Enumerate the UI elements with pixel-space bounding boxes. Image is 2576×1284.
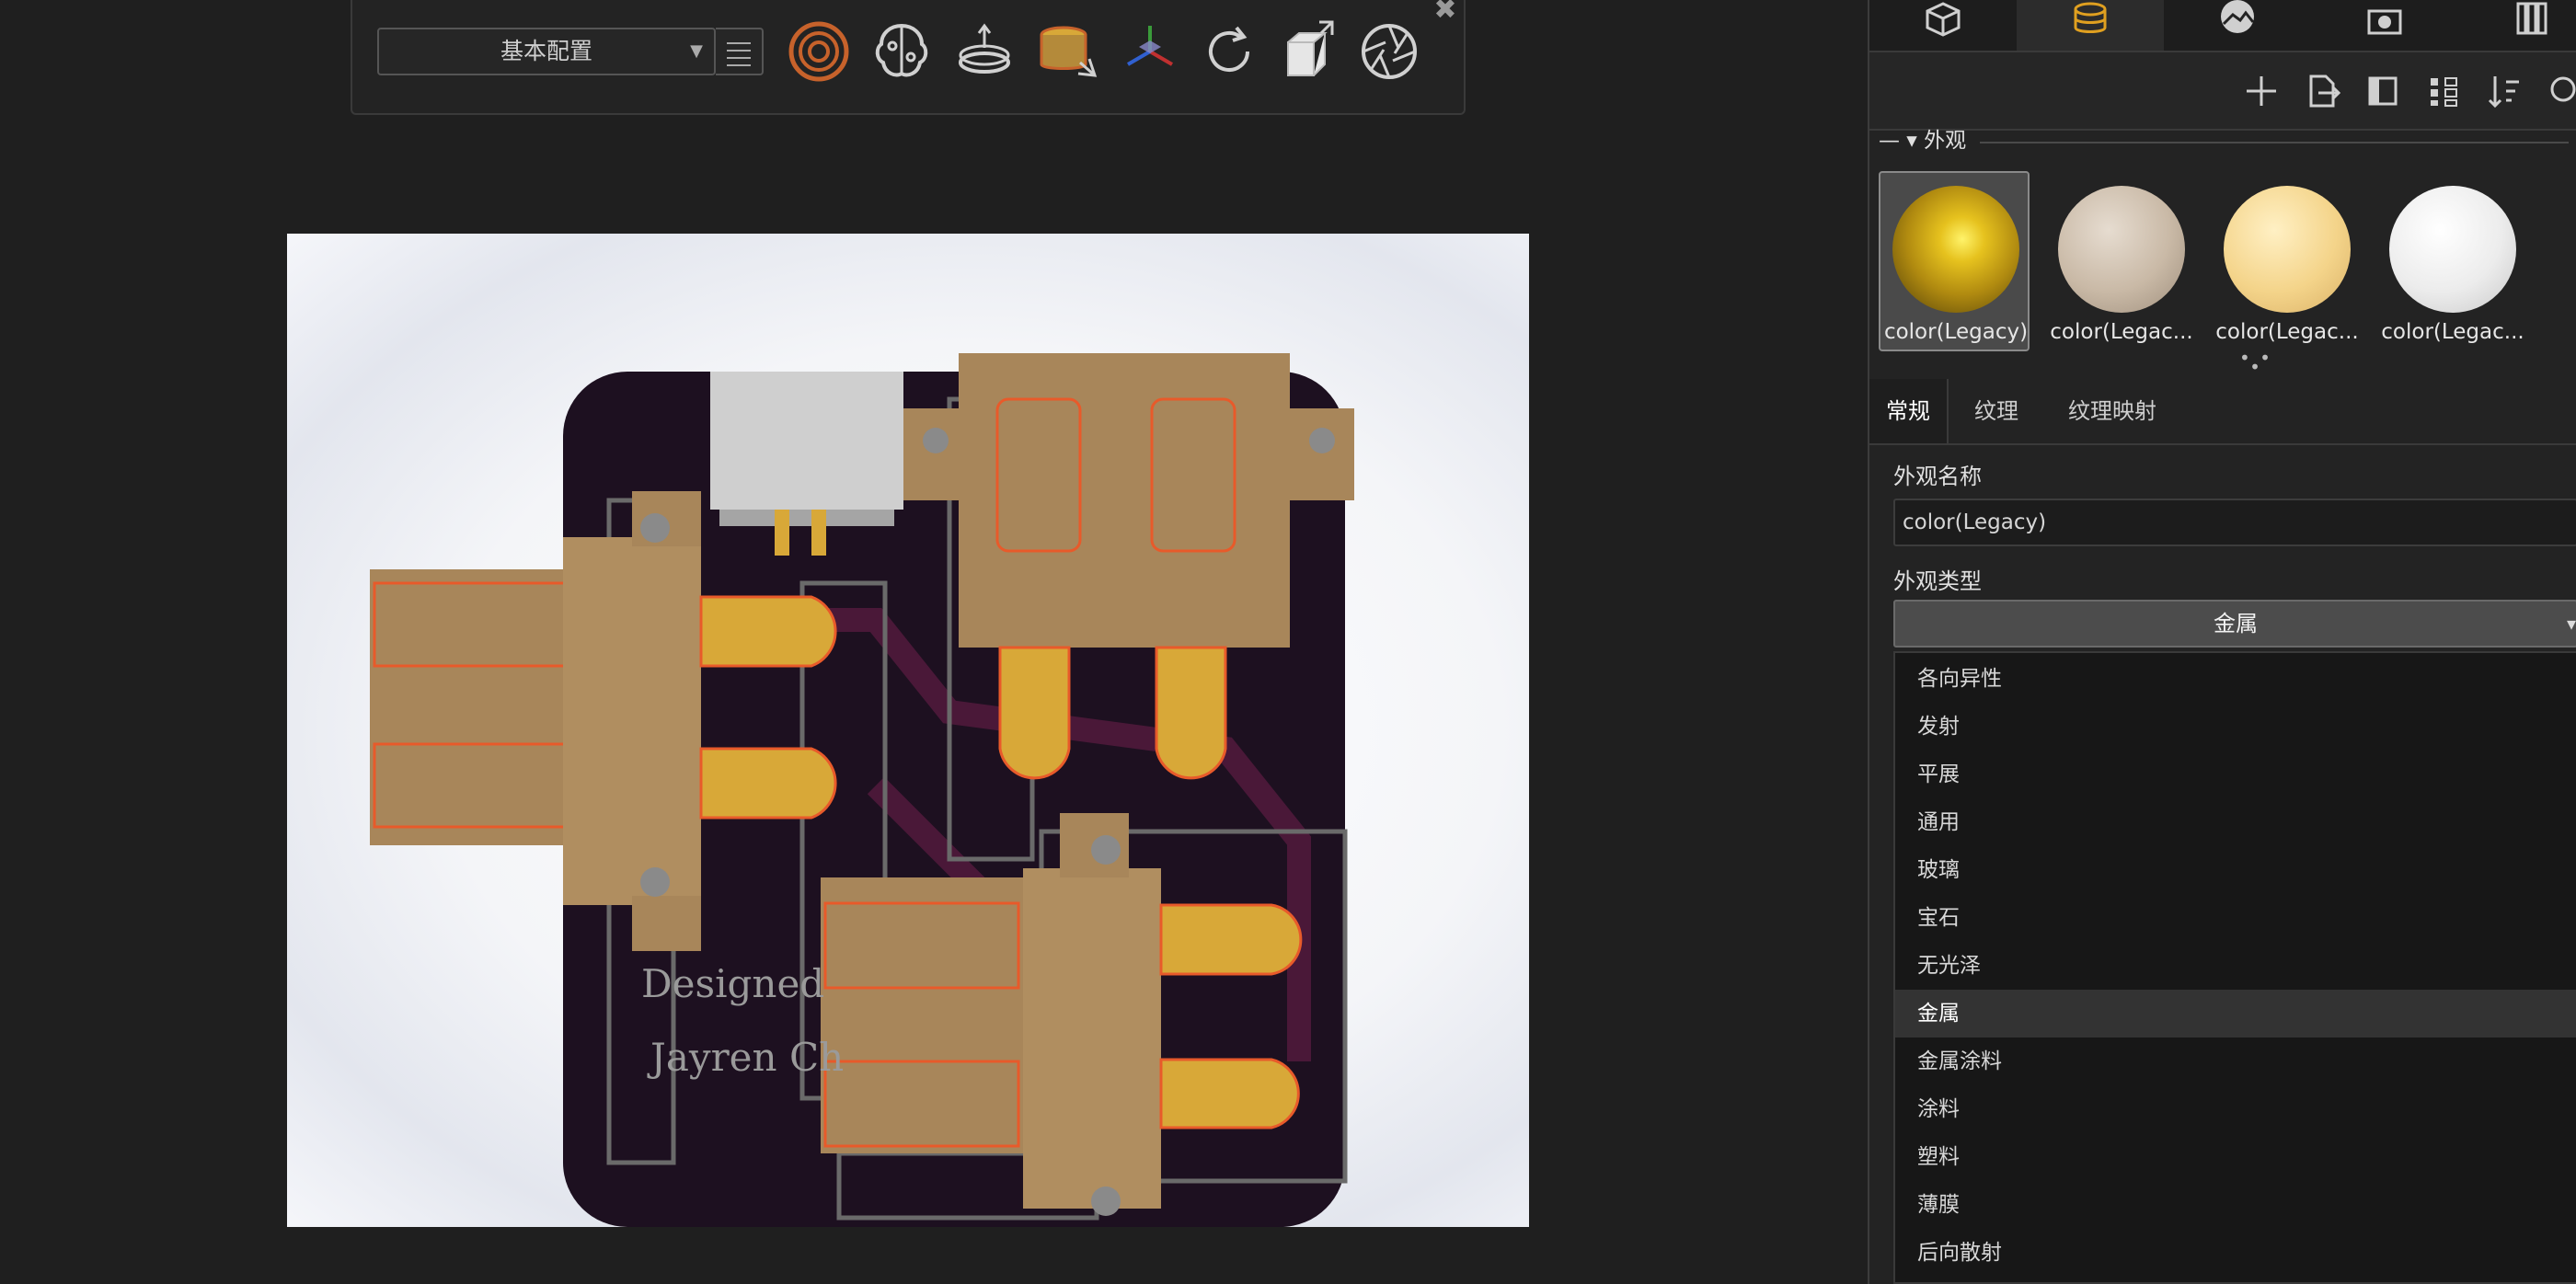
appearance-swatch[interactable]: color(Legac... (2375, 171, 2526, 351)
splitter-handle[interactable]: • • • (2237, 349, 2274, 376)
add-icon[interactable] (2241, 71, 2282, 111)
swatch-gold-ball (1892, 186, 2019, 313)
layout-icon[interactable] (2363, 71, 2403, 111)
tab-texture[interactable]: 纹理 (1958, 379, 2035, 443)
panel-toolbar (1869, 52, 2576, 131)
dropdown-option[interactable]: 平展 (1895, 751, 2576, 798)
tab-texture-mapping[interactable]: 纹理映射 (2052, 379, 2173, 443)
appearance-section-header[interactable]: — ▾ 外观 (1879, 127, 1966, 155)
panel-tab-bar (1869, 0, 2576, 52)
swatch-cream-ball (2224, 186, 2351, 313)
tab-model[interactable] (1869, 0, 2017, 51)
properties-tab-bar: 常规 纹理 纹理映射 (1869, 379, 2576, 445)
dropdown-option[interactable]: 塑料 (1895, 1133, 2576, 1181)
dropdown-option[interactable]: 后向散射 (1895, 1229, 2576, 1277)
library-icon (2516, 2, 2547, 35)
camera-icon (2367, 9, 2402, 35)
dropdown-option[interactable]: 发射 (1895, 703, 2576, 751)
section-title: 外观 (1924, 129, 1967, 153)
appearance-panel: — ▾ 外观 color(Legacy) color(Legac... colo… (1868, 0, 2576, 1284)
swatch-label: color(Legac... (2050, 320, 2193, 344)
configuration-select[interactable]: 基本配置 ▼ (377, 28, 716, 75)
scene-icon (2221, 0, 2255, 33)
appearance-type-value: 金属 (2214, 611, 2258, 636)
search-icon[interactable] (2539, 71, 2576, 111)
export-box-icon[interactable] (1273, 15, 1347, 88)
appearance-db-icon (2074, 2, 2107, 33)
swatch-white-ball (2389, 186, 2516, 313)
dropdown-option[interactable]: 薄膜 (1895, 1181, 2576, 1229)
appearance-type-select[interactable]: 金属 ▾ (1893, 600, 2576, 648)
tab-appearance[interactable] (2017, 0, 2164, 51)
model-icon (1926, 2, 1961, 37)
swatch-label: color(Legac... (2381, 320, 2524, 344)
appearance-name-label: 外观名称 (1893, 464, 1982, 489)
appearance-swatch[interactable]: color(Legac... (2210, 171, 2361, 351)
tab-scene[interactable] (2164, 0, 2311, 51)
swatch-label: color(Legac... (2215, 320, 2359, 344)
dropdown-option[interactable]: 各向异性 (1895, 655, 2576, 703)
section-divider (1980, 142, 2569, 143)
grid-view-icon[interactable] (2423, 71, 2464, 111)
chevron-down-icon: ▾ (2566, 613, 2576, 635)
camera-aperture-icon[interactable] (1352, 15, 1426, 88)
tab-library[interactable] (2458, 0, 2576, 51)
configuration-list-button[interactable] (716, 28, 764, 75)
appearance-name-input[interactable]: color(Legacy) (1893, 499, 2576, 546)
dropdown-option[interactable]: 无光泽 (1895, 942, 2576, 990)
configuration-value: 基本配置 (500, 38, 592, 64)
chevron-down-icon: ▼ (690, 41, 703, 61)
tab-general[interactable]: 常规 (1869, 379, 1949, 443)
ai-icon[interactable] (865, 15, 938, 88)
dropdown-option[interactable]: 通用 (1895, 798, 2576, 846)
appearance-swatch[interactable]: color(Legac... (2044, 171, 2195, 351)
pcb-silkscreen-line2: Jayren Ch (647, 1035, 844, 1080)
dropdown-option[interactable]: 玻璃 (1895, 846, 2576, 894)
dropdown-option[interactable]: 金属涂料 (1895, 1038, 2576, 1085)
appearance-swatch[interactable]: color(Legacy) (1879, 171, 2030, 351)
export-icon[interactable] (2302, 71, 2342, 111)
dropdown-option[interactable]: 宝石 (1895, 894, 2576, 942)
render-viewport[interactable]: Designed Jayren Ch (287, 234, 1529, 1227)
refresh-icon[interactable] (1192, 15, 1266, 88)
turntable-icon[interactable] (948, 15, 1021, 88)
pcb-silkscreen-line1: Designed (641, 961, 824, 1006)
sort-icon[interactable] (2484, 71, 2524, 111)
pin-icon[interactable]: ✖ (1430, 0, 1461, 26)
collapse-icon: — ▾ (1879, 129, 1925, 153)
dropdown-option[interactable]: 涂料 (1895, 1085, 2576, 1133)
appearance-icon[interactable] (1030, 15, 1104, 88)
appearance-type-dropdown: 各向异性 发射 平展 通用 玻璃 宝石 无光泽 金属 金属涂料 涂料 塑料 薄膜… (1893, 651, 2576, 1284)
swatch-label: color(Legacy) (1883, 320, 2029, 344)
display-states-icon[interactable] (782, 15, 856, 88)
axis-icon[interactable] (1113, 15, 1187, 88)
pcb-model: Designed Jayren Ch (370, 353, 1354, 1227)
appearance-type-label: 外观类型 (1893, 568, 1982, 594)
swatch-beige-ball (2058, 186, 2185, 313)
tab-camera[interactable] (2311, 0, 2458, 51)
dropdown-option-selected[interactable]: 金属 (1895, 990, 2576, 1038)
